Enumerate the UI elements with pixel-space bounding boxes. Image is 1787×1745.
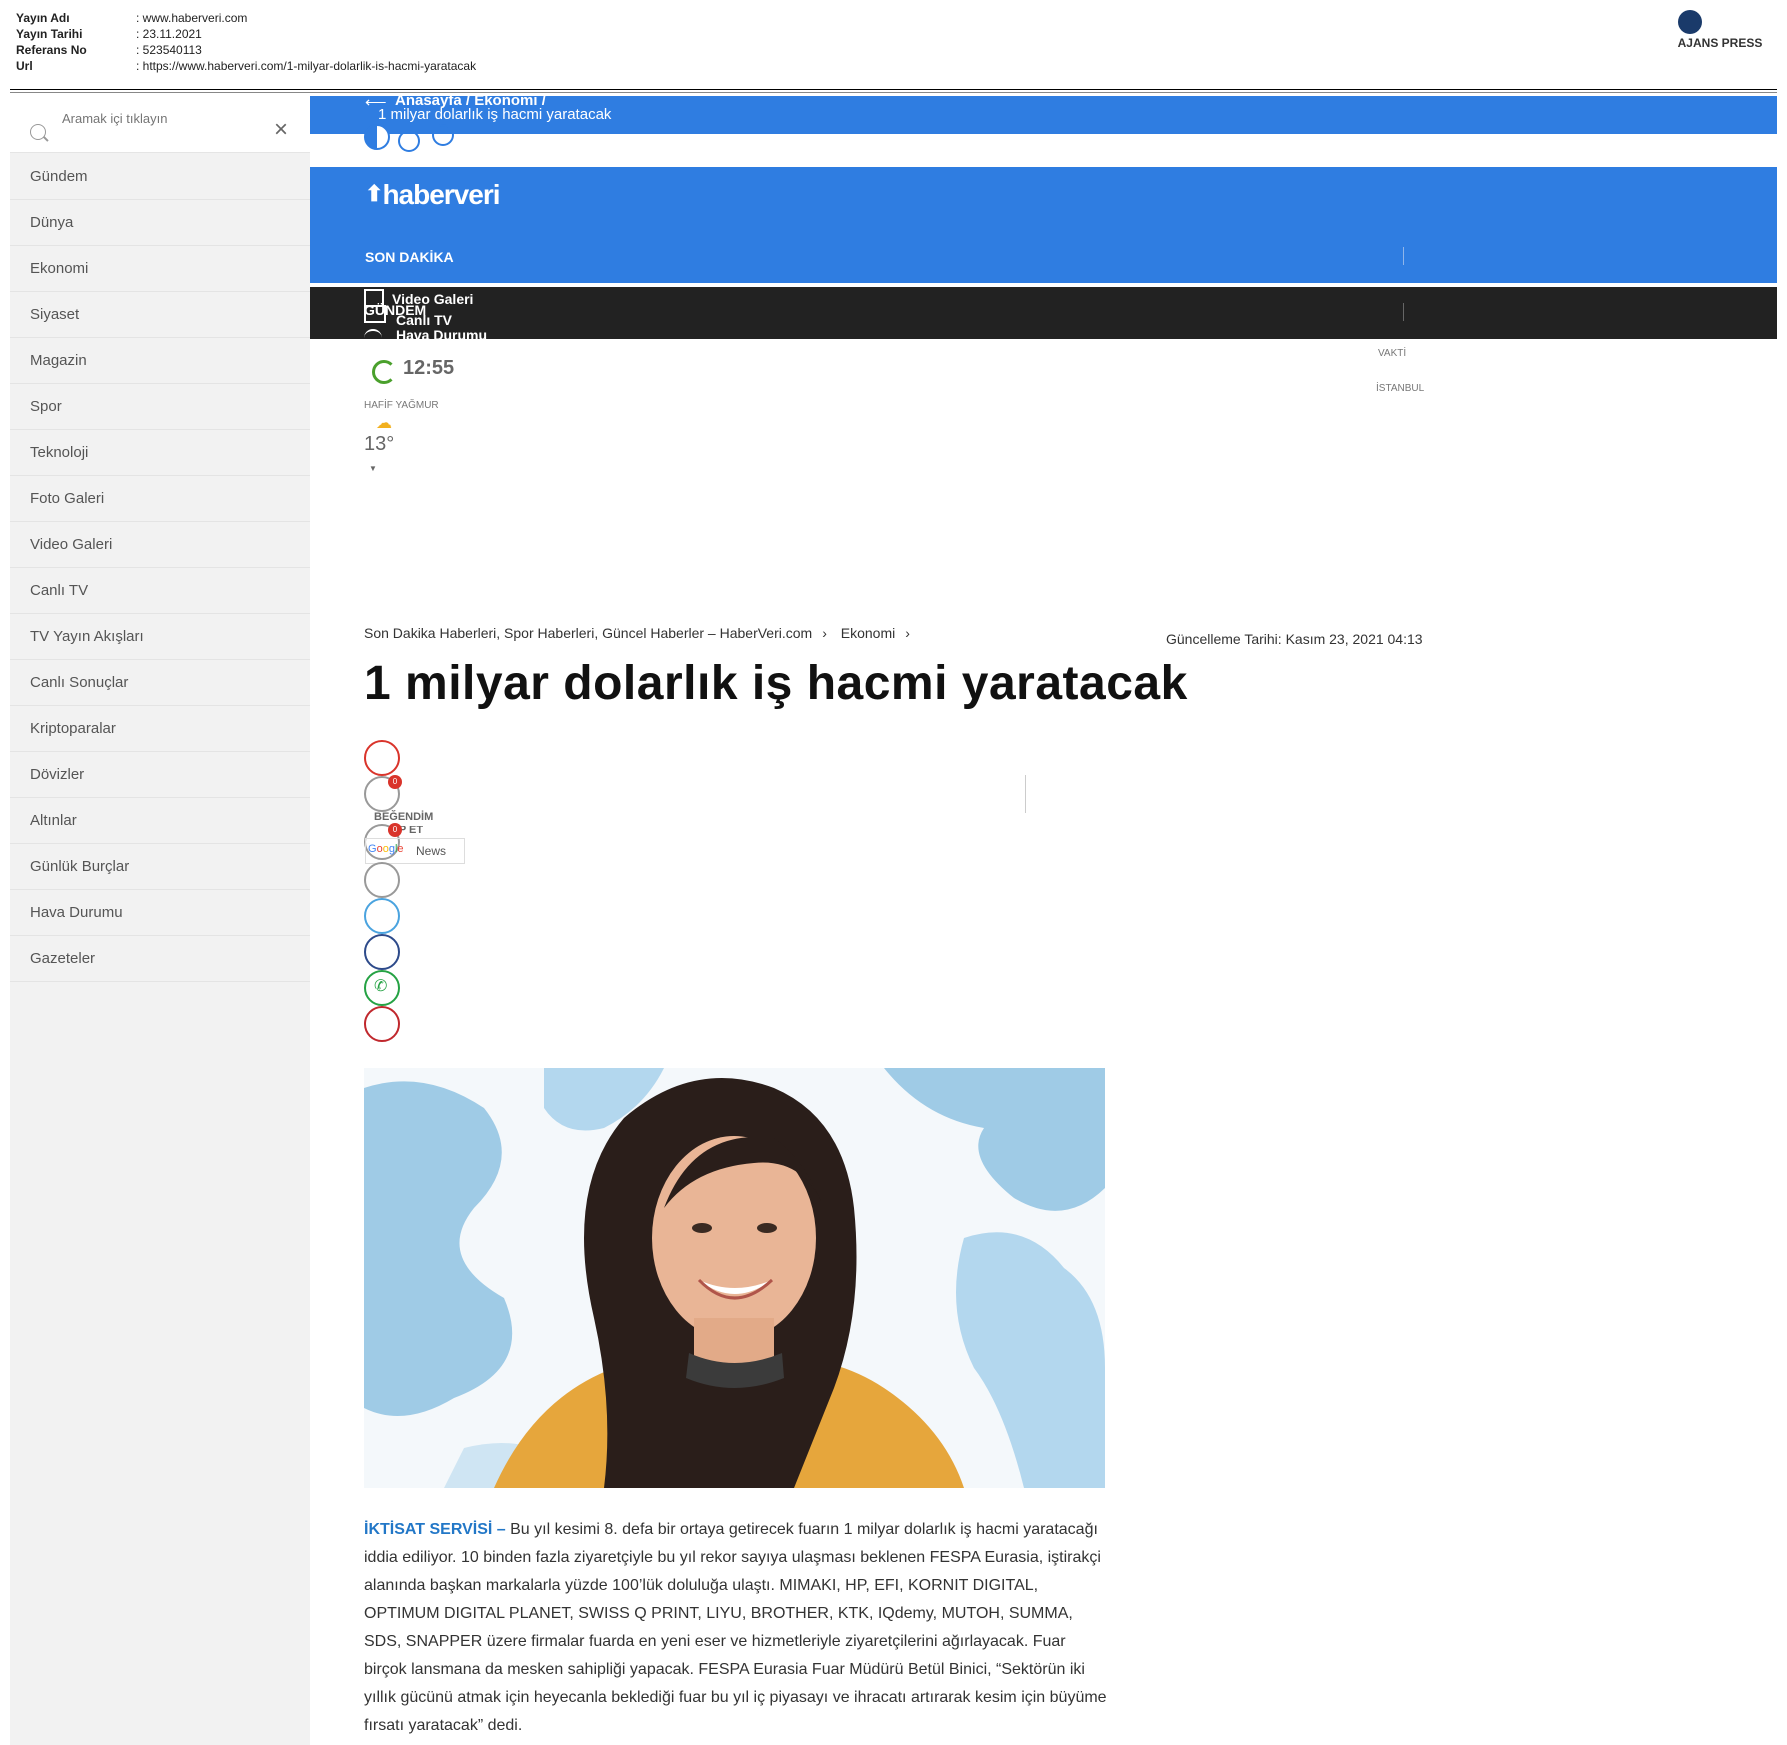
article-text: Bu yıl kesimi 8. defa bir ortaya getirec… bbox=[364, 1521, 1107, 1734]
sidebar-item-foto-galeri[interactable]: Foto Galeri bbox=[10, 476, 310, 522]
article-lead: İKTİSAT SERVİSİ – bbox=[364, 1521, 506, 1538]
weather-rain-icon: ☁ bbox=[376, 415, 392, 432]
prayer-vakti-label: VAKTİ bbox=[1378, 348, 1407, 359]
weather-condition: HAFİF YAĞMUR bbox=[364, 400, 439, 411]
site-header: ⬆haberveri SON DAKİKA bbox=[310, 167, 1777, 283]
sidebar-item-hava-durumu[interactable]: Hava Durumu bbox=[10, 890, 310, 936]
sidebar-item-ekonomi[interactable]: Ekonomi bbox=[10, 246, 310, 292]
nav-hava-durumu-clip: Hava Durumu bbox=[396, 329, 496, 339]
like-count: 0 bbox=[388, 775, 402, 789]
twitter-icon[interactable] bbox=[364, 898, 400, 934]
sidebar-item-spor[interactable]: Spor bbox=[10, 384, 310, 430]
dislike-count: 0 bbox=[388, 823, 402, 837]
search-icon[interactable] bbox=[30, 124, 46, 140]
prayer-time: 12:55 bbox=[403, 357, 455, 379]
pinterest-icon[interactable] bbox=[364, 1006, 400, 1042]
comment-icon[interactable] bbox=[432, 124, 454, 146]
chevron-right-icon: › bbox=[905, 625, 910, 641]
sidebar: × Gündem Dünya Ekonomi Siyaset Magazin S… bbox=[10, 96, 310, 1745]
nav-canli-tv[interactable]: Canlı TV bbox=[396, 312, 452, 328]
dark-mode-icon[interactable] bbox=[364, 124, 390, 150]
divider bbox=[10, 92, 1777, 93]
sidebar-item-gunluk-burclar[interactable]: Günlük Burçlar bbox=[10, 844, 310, 890]
divider bbox=[1403, 247, 1404, 265]
meta-value: : 23.11.2021 bbox=[136, 27, 202, 41]
whatsapp-icon[interactable]: ✆ bbox=[364, 970, 400, 1006]
meta-key: Url bbox=[16, 59, 33, 73]
breadcrumb-category[interactable]: Ekonomi bbox=[841, 625, 895, 641]
sidebar-item-siyaset[interactable]: Siyaset bbox=[10, 292, 310, 338]
page-title: 1 milyar dolarlık iş hacmi yaratacak bbox=[364, 657, 1188, 710]
clipping-meta: Yayın Adı : www.haberveri.com Yayın Tarih… bbox=[16, 10, 476, 74]
sidebar-item-dovizler[interactable]: Dövizler bbox=[10, 752, 310, 798]
brand-name: haberveri bbox=[382, 179, 500, 210]
facebook-icon[interactable] bbox=[364, 934, 400, 970]
meta-key: Referans No bbox=[16, 43, 87, 57]
globe-icon bbox=[1678, 10, 1702, 34]
updated-date: Güncelleme Tarihi: Kasım 23, 2021 04:13 bbox=[1166, 631, 1423, 647]
sidebar-item-tv-yayin-akislari[interactable]: TV Yayın Akışları bbox=[10, 614, 310, 660]
ajans-press-logo: AJANS PRESS bbox=[1665, 10, 1775, 50]
article-photo bbox=[364, 1068, 1105, 1488]
sidebar-item-teknoloji[interactable]: Teknoloji bbox=[10, 430, 310, 476]
topbar-title: 1 milyar dolarlık iş hacmi yaratacak bbox=[378, 106, 612, 123]
search-box: × bbox=[10, 96, 310, 153]
sidebar-item-gundem[interactable]: Gündem bbox=[10, 154, 310, 200]
breadcrumb-home[interactable]: Son Dakika Haberleri, Spor Haberleri, Gü… bbox=[364, 625, 812, 641]
meta-value: : https://www.haberveri.com/1-milyar-dol… bbox=[136, 59, 477, 73]
google-icon: Google bbox=[368, 843, 404, 855]
cloud-icon bbox=[364, 329, 382, 341]
meta-key: Yayın Tarihi bbox=[16, 27, 83, 41]
site-logo[interactable]: ⬆haberveri bbox=[365, 179, 501, 211]
meta-value: : 523540113 bbox=[136, 43, 202, 57]
temperature: 13° bbox=[364, 433, 395, 455]
secondary-nav: Video Galeri GÜNDEM Canlı TV Hava Durumu bbox=[310, 287, 1777, 339]
bookmark-icon[interactable] bbox=[364, 740, 400, 776]
divider bbox=[1403, 303, 1404, 321]
sidebar-item-canli-tv[interactable]: Canlı TV bbox=[10, 568, 310, 614]
arrow-up-icon: ⬆ bbox=[365, 181, 383, 206]
sidebar-item-kriptoparalar[interactable]: Kriptoparalar bbox=[10, 706, 310, 752]
share-icon[interactable] bbox=[398, 130, 420, 152]
nav-hava-durumu[interactable]: Hava Durumu bbox=[396, 329, 487, 339]
divider bbox=[10, 89, 1777, 90]
google-news-button[interactable]: Google News bbox=[365, 838, 465, 864]
close-icon[interactable]: × bbox=[274, 118, 288, 142]
sidebar-item-gazeteler[interactable]: Gazeteler bbox=[10, 936, 310, 982]
chevron-down-icon[interactable]: ▼ bbox=[369, 464, 377, 473]
meta-value: : www.haberveri.com bbox=[136, 11, 248, 25]
comment-icon[interactable] bbox=[364, 862, 400, 898]
sidebar-item-altinlar[interactable]: Altınlar bbox=[10, 798, 310, 844]
tv-icon bbox=[364, 305, 386, 323]
crescent-icon bbox=[372, 360, 396, 384]
son-dakika-label[interactable]: SON DAKİKA bbox=[365, 249, 454, 265]
logo-text: AJANS PRESS bbox=[1677, 36, 1763, 50]
sidebar-item-dunya[interactable]: Dünya bbox=[10, 200, 310, 246]
sidebar-item-magazin[interactable]: Magazin bbox=[10, 338, 310, 384]
meta-key: Yayın Adı bbox=[16, 11, 70, 25]
sidebar-item-video-galeri[interactable]: Video Galeri bbox=[10, 522, 310, 568]
google-news-label: News bbox=[416, 844, 447, 858]
search-input[interactable] bbox=[60, 110, 254, 127]
like-label: BEĞENDİM bbox=[374, 811, 434, 823]
breadcrumb: Son Dakika Haberleri, Spor Haberleri, Gü… bbox=[364, 625, 920, 641]
sticky-topbar: ⟵ Anasayfa / Ekonomi / 1 milyar dolarlık… bbox=[310, 92, 1777, 134]
divider bbox=[1025, 775, 1026, 813]
sidebar-item-canli-sonuclar[interactable]: Canlı Sonuçlar bbox=[10, 660, 310, 706]
city-label[interactable]: İSTANBUL bbox=[1376, 383, 1424, 394]
chevron-right-icon: › bbox=[822, 625, 827, 641]
sidebar-nav: Gündem Dünya Ekonomi Siyaset Magazin Spo… bbox=[10, 154, 310, 982]
article-body: İKTİSAT SERVİSİ – Bu yıl kesimi 8. defa … bbox=[364, 1516, 1109, 1740]
